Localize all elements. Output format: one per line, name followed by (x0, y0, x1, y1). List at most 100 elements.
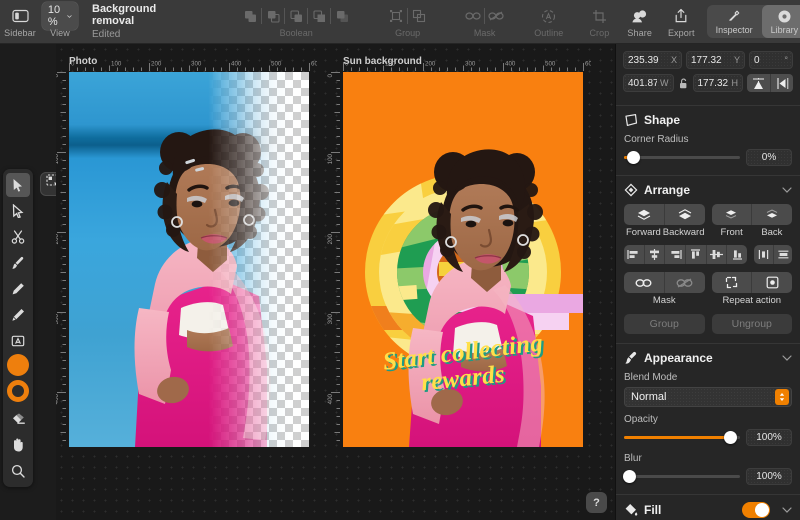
pencil-tool[interactable] (6, 277, 30, 301)
forward-button[interactable] (624, 204, 664, 225)
corner-radius-slider[interactable] (624, 151, 740, 165)
eraser-tool[interactable] (6, 407, 30, 431)
boolean-subtract-icon[interactable] (263, 7, 283, 25)
stepper-icon[interactable] (775, 389, 789, 405)
chevron-down-icon (67, 14, 72, 18)
artboard-sun-canvas[interactable]: Start collecting rewards (343, 72, 583, 447)
ungroup-icon[interactable] (409, 7, 429, 25)
boolean-difference-icon[interactable] (309, 7, 329, 25)
svg-text:500: 500 (545, 61, 556, 68)
blur-value[interactable]: 100% (746, 468, 792, 485)
fill-swatch[interactable] (7, 354, 29, 376)
top-toolbar: Sidebar 10 % View Background removal Edi… (0, 0, 800, 44)
boolean-group[interactable]: Boolean (234, 0, 358, 43)
distribute-h-icon[interactable] (754, 245, 773, 264)
node-tool[interactable] (6, 199, 30, 223)
pen-tool[interactable] (6, 303, 30, 327)
artboard-photo-canvas[interactable] (69, 72, 309, 447)
align-right-icon[interactable] (664, 245, 685, 264)
fill-icon (624, 503, 638, 517)
rotation-value: 0 (754, 54, 760, 66)
rotation-field[interactable]: 0 ° (749, 51, 793, 69)
repeat-action-label: Repeat action (722, 295, 782, 306)
inspector-icon (727, 8, 741, 24)
blur-slider[interactable] (623, 470, 740, 484)
tool-strip (0, 44, 67, 520)
boolean-union-icon[interactable] (240, 7, 260, 25)
canvas-area[interactable]: Photo 0100200300400500600 (56, 44, 615, 520)
flip-vertical-icon[interactable] (747, 74, 770, 92)
boolean-intersect-icon[interactable] (286, 7, 306, 25)
boolean-divide-icon[interactable] (332, 7, 352, 25)
library-icon (777, 8, 792, 24)
repeat-transform-button[interactable] (712, 272, 752, 293)
mask-buttons (624, 272, 705, 293)
crop-button[interactable]: Crop (579, 0, 619, 43)
scissors-tool[interactable] (6, 225, 30, 249)
help-button[interactable]: ? (586, 492, 607, 513)
mask-group[interactable]: Mask (457, 0, 512, 43)
align-top-icon[interactable] (685, 245, 706, 264)
corner-radius-value[interactable]: 0% (746, 149, 792, 166)
height-field[interactable]: 177.32 H (692, 74, 743, 92)
svg-text:0: 0 (345, 61, 349, 68)
align-middle-v-icon[interactable] (705, 245, 727, 264)
svg-text:100: 100 (56, 153, 60, 164)
chevron-down-icon[interactable] (782, 184, 792, 196)
hand-tool[interactable] (6, 433, 30, 457)
x-field[interactable]: 235.39 X (623, 51, 682, 69)
paintbrush-tool[interactable] (6, 251, 30, 275)
mask-icon[interactable] (463, 7, 483, 25)
y-field[interactable]: 177.32 Y (686, 51, 745, 69)
flip-buttons (747, 74, 793, 92)
export-button[interactable]: Export (660, 0, 703, 43)
blend-mode-select[interactable]: Normal (624, 387, 792, 407)
ungroup-button[interactable]: Ungroup (711, 314, 792, 334)
group-icon[interactable] (386, 7, 406, 25)
repeat-action-button[interactable] (751, 272, 792, 293)
zoom-tool[interactable] (6, 459, 30, 483)
tab-inspector[interactable]: Inspector (707, 5, 762, 38)
fill-toggle[interactable] (742, 502, 770, 518)
share-button[interactable]: Share (619, 0, 660, 43)
group-button[interactable]: Group (624, 314, 705, 334)
mask-label: Mask (473, 27, 496, 38)
backward-label: Backward (662, 227, 705, 238)
artboard-sun-background[interactable]: Sun background 0 100 200 300 400 500 60 0 (327, 56, 596, 447)
zoom-pill[interactable]: 10 % (41, 2, 79, 30)
artboard-photo[interactable]: Photo 0100200300400500600 (56, 56, 322, 447)
flip-horizontal-icon[interactable] (770, 74, 793, 92)
svg-text:100: 100 (111, 61, 122, 68)
svg-text:0: 0 (56, 73, 60, 77)
group-group[interactable]: Group (380, 0, 435, 43)
align-bottom-icon[interactable] (726, 245, 747, 264)
fill-section: Fill #940FFD 100% (616, 495, 800, 520)
align-center-h-icon[interactable] (643, 245, 665, 264)
align-left-icon[interactable] (624, 245, 644, 264)
unlocked-icon[interactable] (678, 78, 689, 89)
stroke-swatch[interactable] (7, 380, 29, 402)
width-field[interactable]: 401.87 W (623, 74, 674, 92)
width-unit: W (660, 78, 669, 88)
mask-release-icon[interactable] (486, 7, 506, 25)
chevron-down-icon[interactable] (782, 504, 792, 516)
mask-release-button[interactable] (663, 272, 705, 293)
mask-apply-button[interactable] (624, 272, 664, 293)
view-zoom-button[interactable]: 10 % View (40, 0, 80, 43)
back-button[interactable] (751, 204, 792, 225)
svg-text:300: 300 (191, 61, 202, 68)
front-button[interactable] (712, 204, 752, 225)
outline-button[interactable]: Outline (526, 0, 571, 43)
chevron-down-icon[interactable] (782, 352, 792, 364)
blend-mode-label: Blend Mode (624, 372, 678, 383)
height-value: 177.32 (697, 77, 729, 89)
svg-text:300: 300 (327, 313, 334, 324)
move-tool[interactable] (6, 173, 30, 197)
rotation-unit: ° (784, 55, 788, 65)
tab-library[interactable]: Library (761, 5, 800, 38)
opacity-value[interactable]: 100% (746, 429, 792, 446)
distribute-v-icon[interactable] (773, 245, 792, 264)
sidebar-button[interactable]: Sidebar (0, 0, 40, 43)
backward-button[interactable] (663, 204, 705, 225)
opacity-slider[interactable] (624, 431, 740, 445)
